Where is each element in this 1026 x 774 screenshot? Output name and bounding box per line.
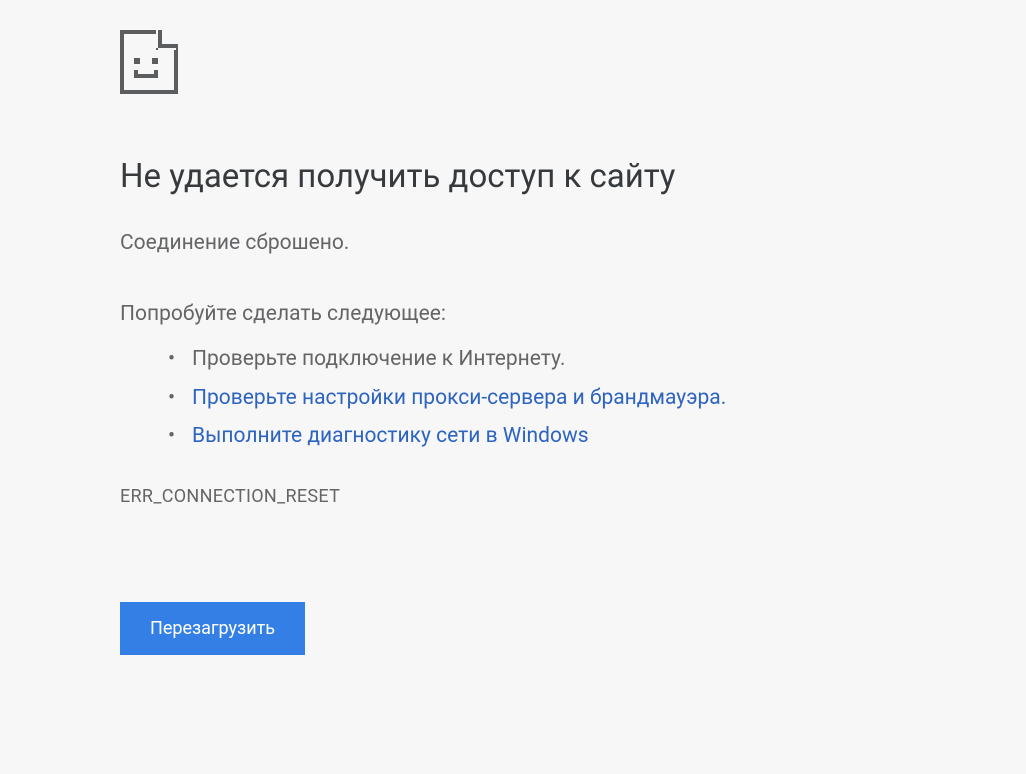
suggestions-list: Проверьте подключение к Интернету. Прове…: [120, 340, 1026, 457]
suggestion-item: Проверьте настройки прокси-сервера и бра…: [192, 379, 1026, 418]
suggestion-item: Проверьте подключение к Интернету.: [192, 340, 1026, 379]
error-subtitle: Соединение сброшено.: [120, 229, 1026, 258]
suggestions-label: Попробуйте сделать следующее:: [120, 300, 1026, 329]
suggestion-item: Выполните диагностику сети в Windows: [192, 417, 1026, 456]
error-title: Не удается получить доступ к сайту: [120, 156, 1026, 199]
suggestion-text: Проверьте подключение к Интернету.: [192, 347, 565, 371]
suggestion-link[interactable]: Выполните диагностику сети в Windows: [192, 424, 589, 448]
reload-button[interactable]: Перезагрузить: [120, 602, 305, 655]
sad-page-icon: [120, 30, 1026, 98]
error-code: ERR_CONNECTION_RESET: [120, 486, 1026, 507]
suggestion-link[interactable]: Проверьте настройки прокси-сервера и бра…: [192, 386, 726, 410]
